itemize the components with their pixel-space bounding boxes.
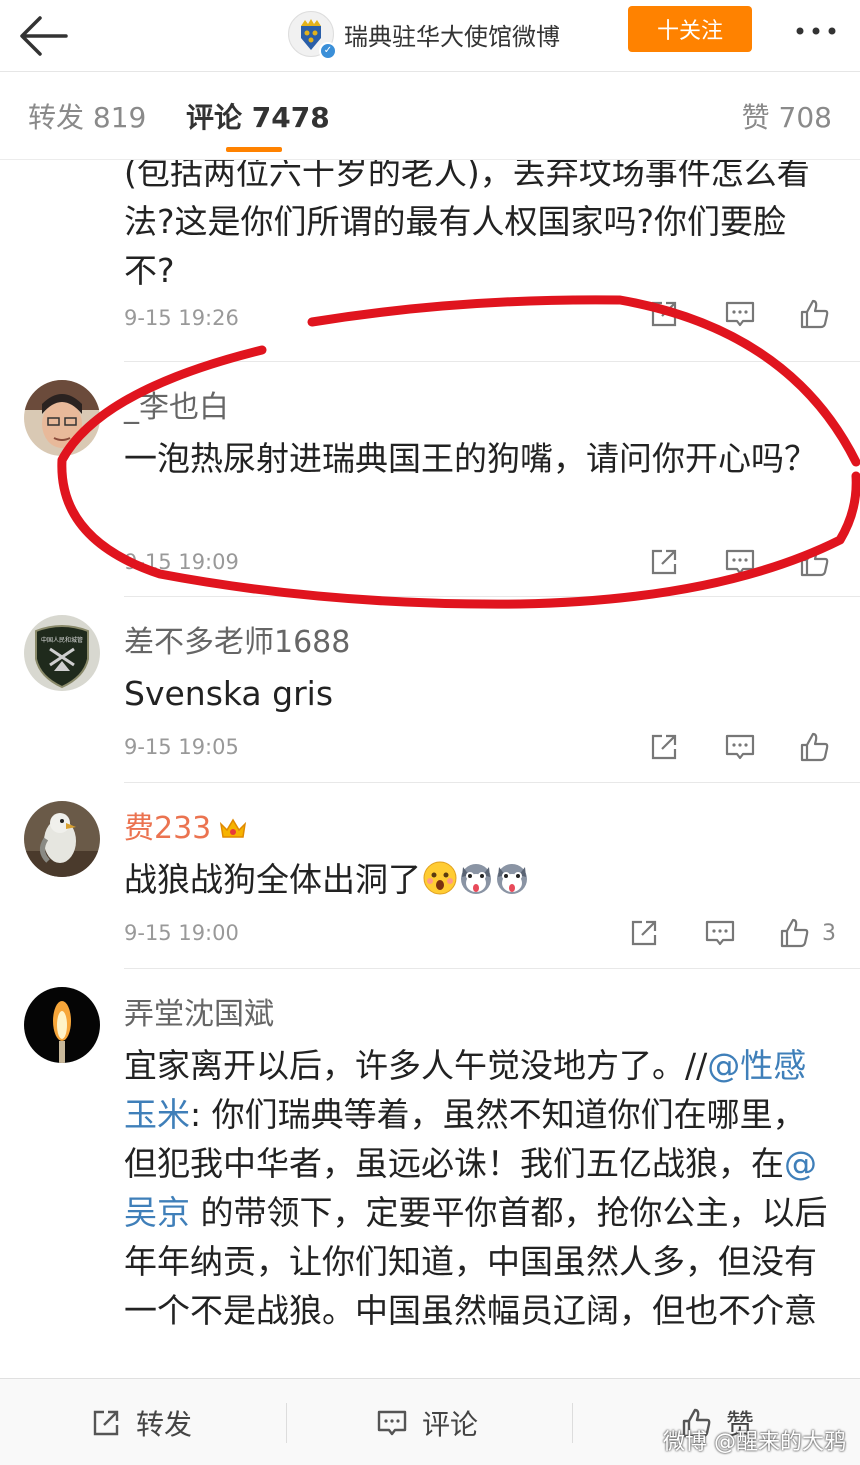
more-options-icon[interactable] xyxy=(792,16,840,46)
user-avatar[interactable] xyxy=(24,801,100,877)
comment-time: 9-15 19:26 xyxy=(124,306,239,330)
repost-icon[interactable] xyxy=(648,298,680,330)
divider xyxy=(124,968,860,969)
husky-dog-emoji xyxy=(461,864,491,894)
separator xyxy=(572,1403,573,1443)
watermark: 微博 @醒来的大鸦 xyxy=(663,1430,846,1455)
repost-icon[interactable] xyxy=(628,917,660,949)
separator xyxy=(286,1403,287,1443)
tab-bar: 转发 819 评论 7478 赞 708 xyxy=(0,72,860,160)
tab-likes[interactable]: 赞 708 xyxy=(742,96,832,136)
tab-repost[interactable]: 转发 819 xyxy=(28,96,146,136)
divider xyxy=(124,596,860,597)
tab-comments[interactable]: 评论 7478 xyxy=(186,96,330,136)
active-tab-indicator xyxy=(226,147,282,152)
user-avatar[interactable]: 中国人民和城管 xyxy=(24,615,100,691)
top-bar: ✓ 瑞典驻华大使馆微博 十关注 xyxy=(0,0,860,72)
comment-text: Svenska gris xyxy=(124,674,334,713)
vip-crown-icon xyxy=(220,818,247,838)
comment-icon[interactable] xyxy=(724,546,756,578)
back-arrow-icon[interactable] xyxy=(16,8,72,64)
verified-badge-icon: ✓ xyxy=(319,42,337,60)
comment-list[interactable]: (包括两位六十岁的老人)，丢弃坟场事件怎么看法?这是你们所谓的最有人权国家吗?你… xyxy=(0,160,860,1378)
repost-icon[interactable] xyxy=(648,546,680,578)
comment-icon xyxy=(377,1410,407,1435)
comment-time: 9-15 19:00 xyxy=(124,921,239,945)
comment-button[interactable]: 评论 xyxy=(376,1379,478,1465)
husky-dog-emoji xyxy=(497,864,527,894)
divider xyxy=(124,782,860,783)
repost-button[interactable]: 转发 xyxy=(90,1379,192,1465)
surprised-face-emoji xyxy=(423,861,457,895)
like-icon[interactable] xyxy=(798,731,830,763)
like-icon[interactable] xyxy=(778,917,810,949)
comment-text: 一泡热尿射进瑞典国王的狗嘴，请问你开心吗？ xyxy=(124,439,817,478)
comment-text: 宜家离开以后，许多人午觉没地方了。//@性感玉米: 你们瑞典等着，虽然不知道你们… xyxy=(124,1046,828,1330)
username[interactable]: 费233 xyxy=(124,803,247,847)
weibo-comment-page: ✓ 瑞典驻华大使馆微博 十关注 转发 819 评论 7478 赞 708 (包括… xyxy=(0,0,860,1465)
comment-text: (包括两位六十岁的老人)，丢弃坟场事件怎么看法?这是你们所谓的最有人权国家吗?你… xyxy=(124,160,810,290)
police-badge-text: 中国人民和城管 xyxy=(41,636,83,644)
user-avatar[interactable] xyxy=(24,987,100,1063)
account-header[interactable]: ✓ 瑞典驻华大使馆微博 xyxy=(288,6,560,62)
like-icon[interactable] xyxy=(798,546,830,578)
repost-label: 转发 xyxy=(136,1407,193,1441)
comment-label: 评论 xyxy=(422,1407,479,1441)
user-avatar[interactable] xyxy=(24,380,100,456)
repost-icon[interactable] xyxy=(648,731,680,763)
divider xyxy=(124,361,860,362)
comment-icon[interactable] xyxy=(724,298,756,330)
account-avatar: ✓ xyxy=(288,11,337,60)
account-name: 瑞典驻华大使馆微博 xyxy=(344,22,560,51)
repost-icon xyxy=(93,1410,119,1435)
comment-icon[interactable] xyxy=(704,917,736,949)
like-count: 3 xyxy=(822,921,836,946)
like-icon[interactable] xyxy=(798,298,830,330)
comment-text: 战狼战狗全体出洞了 xyxy=(124,855,834,904)
username[interactable]: _李也白 xyxy=(124,382,229,426)
comment-time: 9-15 19:05 xyxy=(124,735,239,759)
username[interactable]: 差不多老师1688 xyxy=(124,617,350,661)
follow-button[interactable]: 十关注 xyxy=(628,6,752,52)
username[interactable]: 弄堂沈国斌 xyxy=(124,989,274,1033)
comment-time: 9-15 19:09 xyxy=(124,550,239,574)
comment-icon[interactable] xyxy=(724,731,756,763)
